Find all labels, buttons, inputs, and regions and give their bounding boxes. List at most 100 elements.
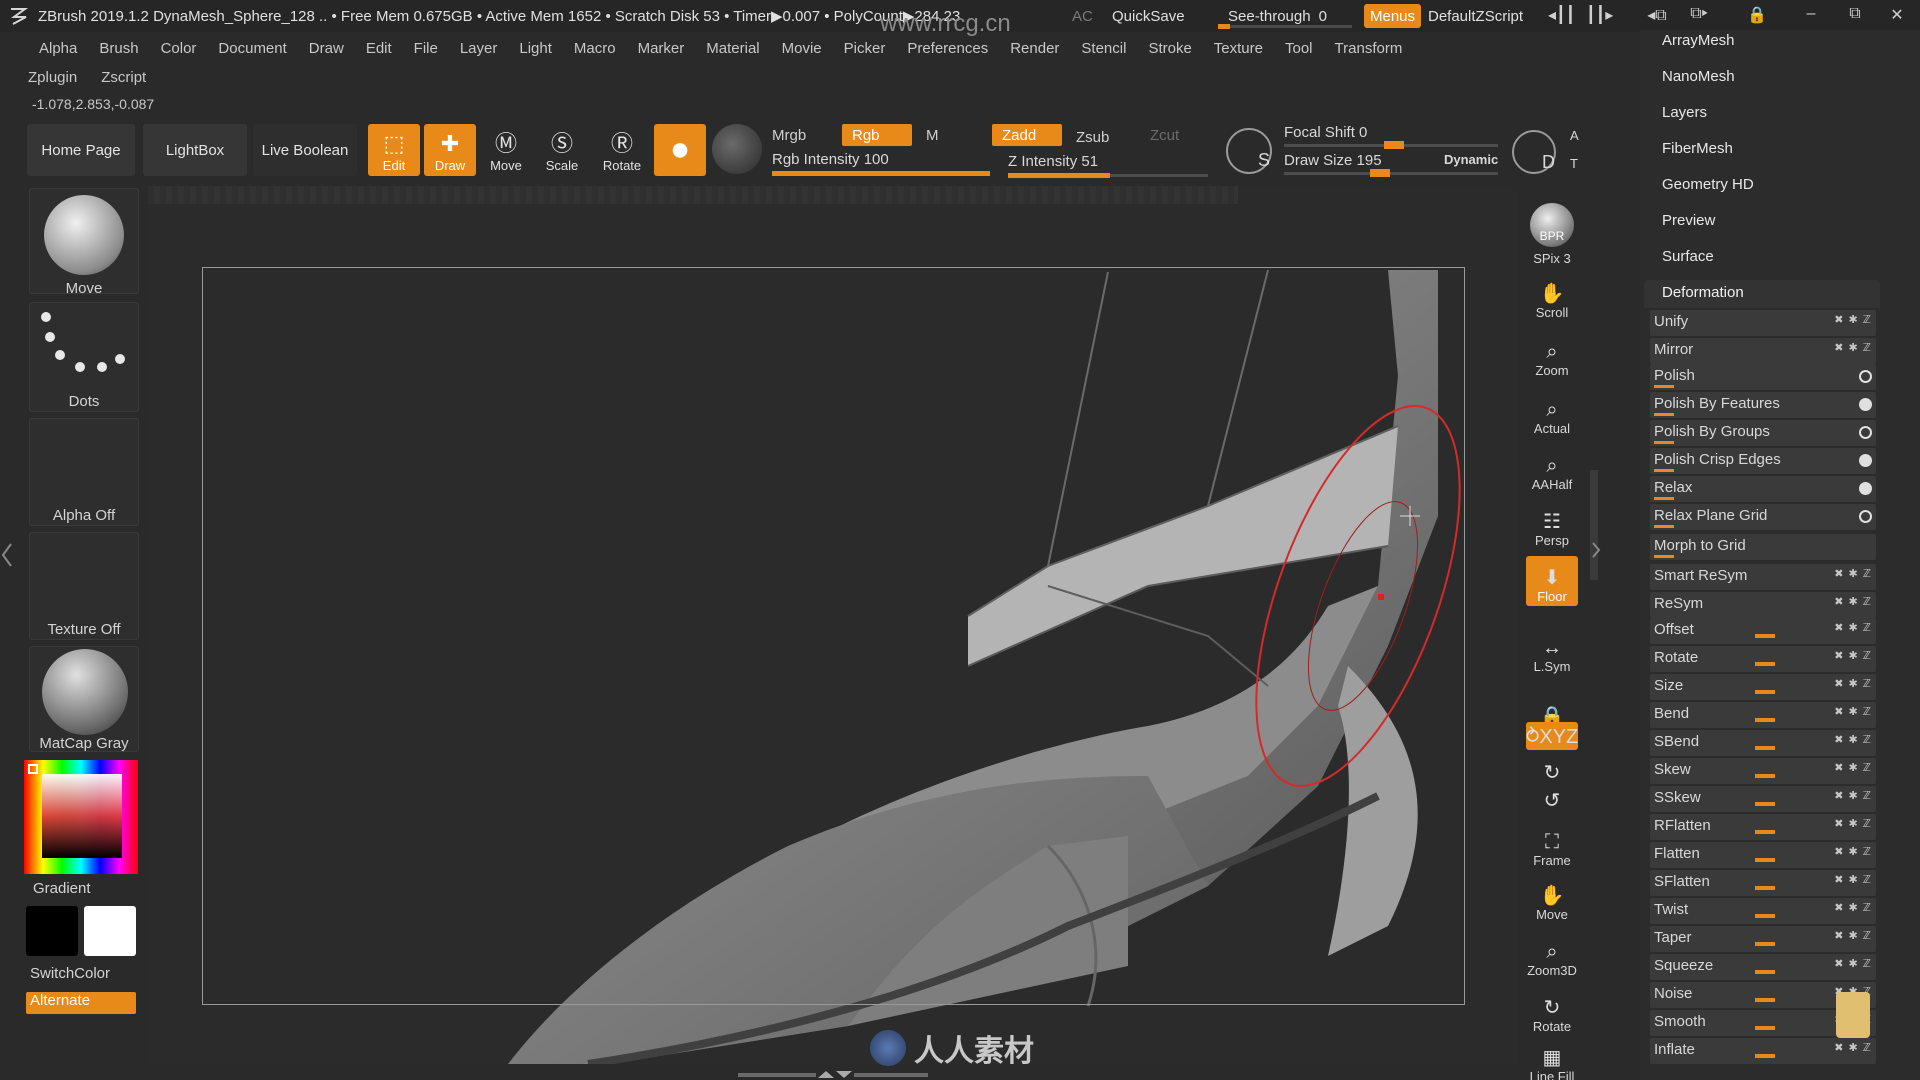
tray-item-preview[interactable]: Preview: [1662, 212, 1715, 229]
deform-inflate[interactable]: Inflate ✖ ✱ ℤ: [1650, 1038, 1876, 1064]
menu-macro[interactable]: Macro: [563, 40, 627, 57]
deform-rflatten[interactable]: RFlatten ✖ ✱ ℤ: [1650, 814, 1876, 840]
deform-polish-by-groups-slider-fill[interactable]: [1654, 441, 1674, 444]
deform-polish-by-features[interactable]: Polish By Features: [1650, 392, 1876, 418]
zadd-button[interactable]: Zadd: [992, 124, 1062, 146]
deform-smart-resym[interactable]: Smart ReSym ✖ ✱ ℤ: [1650, 564, 1876, 590]
deform-bend-slider-knob[interactable]: [1755, 718, 1775, 722]
seethrough-knob[interactable]: [1218, 24, 1230, 29]
color-picker-marker[interactable]: [28, 764, 38, 774]
deform-rotate-slider-knob[interactable]: [1755, 662, 1775, 666]
rotate-z-button[interactable]: ↺: [1526, 786, 1578, 814]
deform-morph-to-grid[interactable]: Morph to Grid: [1650, 534, 1876, 560]
tray-item-geometry-hd[interactable]: Geometry HD: [1662, 176, 1754, 193]
deform-rotate[interactable]: Rotate ✖ ✱ ℤ: [1650, 646, 1876, 672]
linefill-button[interactable]: ▦ Line Fill: [1526, 1036, 1578, 1080]
menu-document[interactable]: Document: [207, 40, 297, 57]
deform-twist[interactable]: Twist ✖ ✱ ℤ: [1650, 898, 1876, 924]
draw-size-slider[interactable]: [1284, 172, 1498, 175]
deform-relax-plane-grid-slider-fill[interactable]: [1654, 525, 1674, 528]
menu-marker[interactable]: Marker: [627, 40, 696, 57]
deform-bend-axis-icon[interactable]: ✖ ✱ ℤ: [1834, 705, 1872, 718]
mrgb-button[interactable]: Mrgb: [762, 124, 838, 146]
layout-prev-icon[interactable]: ◂⧉: [1644, 5, 1670, 27]
secondary-color-swatch[interactable]: [26, 906, 78, 956]
deform-relax[interactable]: Relax: [1650, 476, 1876, 502]
deform-squeeze-slider-knob[interactable]: [1755, 970, 1775, 974]
deform-size[interactable]: Size ✖ ✱ ℤ: [1650, 674, 1876, 700]
deform-unify[interactable]: Unify ✖ ✱ ℤ: [1650, 310, 1876, 336]
deform-squeeze[interactable]: Squeeze ✖ ✱ ℤ: [1650, 954, 1876, 980]
deform-sflatten-axis-icon[interactable]: ✖ ✱ ℤ: [1834, 873, 1872, 886]
bpr-button[interactable]: BPR SPix 3: [1526, 190, 1578, 268]
tray-item-layers[interactable]: Layers: [1662, 104, 1707, 121]
rotate-y-button[interactable]: ↻: [1526, 758, 1578, 786]
deform-flatten-slider-knob[interactable]: [1755, 858, 1775, 862]
frame-button[interactable]: ⛶ Frame: [1526, 820, 1578, 870]
zcut-button[interactable]: Zcut: [1140, 124, 1200, 146]
scroll-button[interactable]: ✋ Scroll: [1526, 272, 1578, 322]
menu-alpha[interactable]: Alpha: [28, 40, 88, 57]
dynamic-toggle[interactable]: Dynamic: [1444, 152, 1498, 167]
lightbox-button[interactable]: LightBox: [143, 124, 247, 176]
deform-sflatten-slider-knob[interactable]: [1755, 886, 1775, 890]
defaultzscript-button[interactable]: DefaultZScript: [1422, 4, 1529, 28]
lsym-button[interactable]: ↔ L.Sym: [1526, 626, 1578, 676]
live-boolean-button[interactable]: Live Boolean: [253, 124, 357, 176]
menus-button[interactable]: Menus: [1364, 4, 1422, 28]
deform-sskew[interactable]: SSkew ✖ ✱ ℤ: [1650, 786, 1876, 812]
deform-polish-crisp-edges-radio-icon[interactable]: [1859, 454, 1872, 467]
lock-ui-icon[interactable]: 🔒: [1744, 5, 1770, 27]
menu-stroke[interactable]: Stroke: [1137, 40, 1202, 57]
deform-polish[interactable]: Polish: [1650, 364, 1876, 390]
draw-size-knob[interactable]: [1370, 169, 1390, 177]
deform-resym[interactable]: ReSym ✖ ✱ ℤ: [1650, 592, 1876, 618]
material-sphere-button[interactable]: ●: [654, 124, 706, 176]
deform-polish-crisp-edges-slider-fill[interactable]: [1654, 469, 1674, 472]
deform-rotate-axis-icon[interactable]: ✖ ✱ ℤ: [1834, 649, 1872, 662]
menu-preferences[interactable]: Preferences: [896, 40, 999, 57]
menu-color[interactable]: Color: [150, 40, 208, 57]
deform-sbend[interactable]: SBend ✖ ✱ ℤ: [1650, 730, 1876, 756]
deform-bend[interactable]: Bend ✖ ✱ ℤ: [1650, 702, 1876, 728]
m-button[interactable]: M: [916, 124, 956, 146]
edit-tool-button[interactable]: ⬚ Edit: [368, 124, 420, 176]
floor-button[interactable]: ⬇ Floor: [1526, 556, 1578, 606]
draw-tool-button[interactable]: ✚ Draw: [424, 124, 476, 176]
z-intensity-slider[interactable]: [1008, 173, 1208, 178]
menu-draw[interactable]: Draw: [298, 40, 355, 57]
tray-item-nanomesh[interactable]: NanoMesh: [1662, 68, 1735, 85]
menu-edit[interactable]: Edit: [355, 40, 403, 57]
deform-mirror-axis-icon[interactable]: ✖ ✱ ℤ: [1834, 341, 1872, 354]
zoom-button[interactable]: ⌕ Zoom: [1526, 330, 1578, 380]
deform-mirror[interactable]: Mirror ✖ ✱ ℤ: [1650, 338, 1876, 364]
rotate-tool-button[interactable]: Ⓡ Rotate: [596, 124, 648, 176]
deform-flatten[interactable]: Flatten ✖ ✱ ℤ: [1650, 842, 1876, 868]
menu-light[interactable]: Light: [508, 40, 563, 57]
close-icon[interactable]: ✕: [1884, 5, 1910, 27]
deform-skew[interactable]: Skew ✖ ✱ ℤ: [1650, 758, 1876, 784]
deform-polish-by-groups-radio-icon[interactable]: [1859, 426, 1872, 439]
persp-button[interactable]: ☷ Persp: [1526, 500, 1578, 550]
deform-polish-slider-fill[interactable]: [1654, 385, 1674, 388]
deform-sbend-axis-icon[interactable]: ✖ ✱ ℤ: [1834, 733, 1872, 746]
deform-sskew-slider-knob[interactable]: [1755, 802, 1775, 806]
deform-inflate-axis-icon[interactable]: ✖ ✱ ℤ: [1834, 1041, 1872, 1054]
deform-morph-to-grid-slider-fill[interactable]: [1654, 555, 1674, 558]
rgb-button[interactable]: Rgb: [842, 124, 912, 146]
deform-twist-slider-knob[interactable]: [1755, 914, 1775, 918]
tray-item-arraymesh[interactable]: ArrayMesh: [1662, 32, 1735, 49]
menu-stencil[interactable]: Stencil: [1070, 40, 1137, 57]
deform-relax-radio-icon[interactable]: [1859, 482, 1872, 495]
rgb-intensity-slider[interactable]: [772, 171, 990, 176]
move-tool-button[interactable]: Ⓜ Move: [480, 124, 532, 176]
deform-unify-axis-icon[interactable]: ✖ ✱ ℤ: [1834, 313, 1872, 326]
menu-file[interactable]: File: [403, 40, 449, 57]
menu-movie[interactable]: Movie: [771, 40, 833, 57]
main-color-swatch[interactable]: [84, 906, 136, 956]
deform-inflate-slider-knob[interactable]: [1755, 1054, 1775, 1058]
deform-polish-by-features-slider-fill[interactable]: [1654, 413, 1674, 416]
menu-layer[interactable]: Layer: [449, 40, 509, 57]
deform-size-axis-icon[interactable]: ✖ ✱ ℤ: [1834, 677, 1872, 690]
deform-resym-axis-icon[interactable]: ✖ ✱ ℤ: [1834, 595, 1872, 608]
